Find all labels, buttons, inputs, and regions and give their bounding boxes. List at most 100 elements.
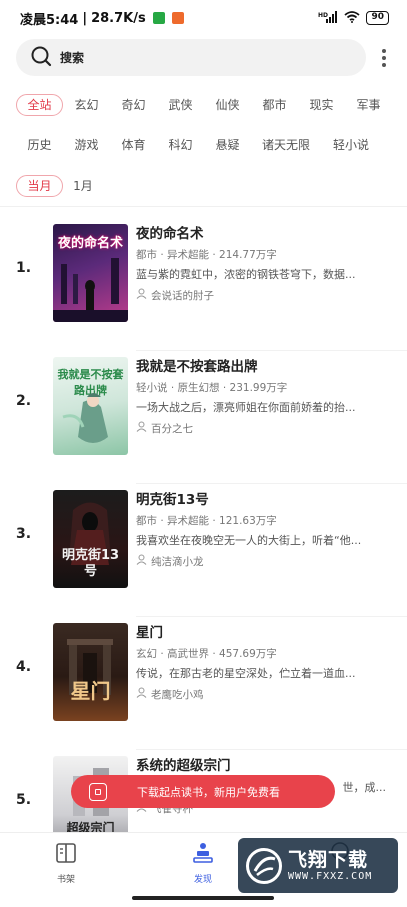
book-title: 系统的超级宗门	[136, 758, 231, 774]
download-banner[interactable]: 下载起点读书，新用户免费看	[71, 775, 335, 808]
category-kehuan[interactable]: 科幻	[157, 134, 204, 156]
book-author: 会说话的肘子	[136, 288, 392, 304]
author-name: 百分之七	[151, 423, 193, 435]
book-author: 百分之七	[136, 421, 392, 437]
book-cover: 明克街13号	[53, 490, 128, 588]
category-xianxia[interactable]: 仙侠	[204, 94, 251, 116]
discover-icon	[191, 843, 215, 868]
search-placeholder: 搜索	[60, 51, 85, 65]
author-icon	[136, 288, 147, 304]
book-cover: 星门	[53, 623, 128, 721]
rank-number: 3.	[16, 526, 32, 542]
tab-bookshelf-label: 书架	[56, 875, 75, 885]
row-divider	[136, 350, 407, 351]
svg-text:HD: HD	[318, 12, 328, 19]
list-item[interactable]: 4. 星门 星门 玄幻 · 高武世界 · 457.69万字 传说，在那古老的星空…	[0, 621, 407, 754]
search-bar[interactable]: 搜索	[16, 39, 366, 76]
rank-number: 5.	[16, 792, 32, 808]
book-info: 我就是不按套路出牌 轻小说 · 原生幻想 · 231.99万字 一场大战之后，漂…	[136, 357, 392, 437]
search-row: 搜索	[16, 39, 391, 76]
category-xianshi[interactable]: 现实	[298, 94, 345, 116]
category-tiyu[interactable]: 体育	[110, 134, 157, 156]
row-divider	[136, 749, 407, 750]
book-cover: 我就是不按套路出牌	[53, 357, 128, 455]
banner-text: 下载起点读书，新用户免费看	[137, 785, 280, 799]
book-meta: 都市 · 异术超能 · 121.63万字	[136, 515, 277, 527]
category-dushi[interactable]: 都市	[251, 94, 298, 116]
category-zhutian[interactable]: 诸天无限	[251, 134, 321, 156]
rank-number: 4.	[16, 659, 32, 675]
bookshelf-icon	[54, 843, 78, 868]
category-row-1: 全站 玄幻 奇幻 武侠 仙侠 都市 现实 军事	[16, 94, 396, 116]
battery-indicator: 90	[366, 11, 389, 25]
signal-hd-icon: HD	[318, 10, 338, 26]
category-all[interactable]: 全站	[16, 94, 63, 116]
author-icon	[136, 687, 147, 703]
book-info: 星门 玄幻 · 高武世界 · 457.69万字 传说，在那古老的星空深处，伫立着…	[136, 623, 392, 703]
tab-discover[interactable]: 发现	[173, 841, 233, 885]
category-wuxia[interactable]: 武侠	[157, 94, 204, 116]
book-author: 纯洁滴小龙	[136, 554, 392, 570]
author-name: 老鹰吃小鸡	[151, 689, 204, 701]
book-title: 明克街13号	[136, 492, 209, 508]
cover-title: 星门	[70, 679, 111, 703]
tab-bookshelf[interactable]: 书架	[36, 841, 96, 885]
watermark-url: WWW.FXXZ.COM	[288, 870, 373, 882]
notification-green-icon	[152, 12, 165, 24]
book-description: 我喜欢坐在夜晚空无一人的大街上，听着“他...	[136, 534, 362, 547]
category-lishi[interactable]: 历史	[16, 134, 63, 156]
category-qingxiaoshuo[interactable]: 轻小说	[321, 134, 381, 156]
book-description: 一场大战之后，漂亮师姐在你面前娇羞的抬...	[136, 401, 356, 414]
time-filter-january[interactable]: 1月	[63, 175, 103, 197]
home-indicator	[132, 896, 274, 900]
search-icon	[30, 45, 52, 71]
list-item[interactable]: 2. 我就是不按套路出牌 我就是不按套路出牌 轻小说 · 原生幻想 · 231.…	[0, 355, 407, 488]
category-junshi[interactable]: 军事	[345, 94, 392, 116]
rank-number: 2.	[16, 393, 32, 409]
row-divider	[136, 483, 407, 484]
book-author: 老鹰吃小鸡	[136, 687, 392, 703]
watermark-title: 飞翔下载	[288, 848, 369, 871]
more-options-icon[interactable]	[377, 47, 391, 69]
book-meta: 都市 · 异术超能 · 214.77万字	[136, 249, 277, 261]
status-right: HD 90	[318, 10, 389, 26]
app-logo-icon	[89, 782, 107, 801]
network-speed: 28.7K/s	[91, 10, 146, 26]
list-item[interactable]: 3. 明克街13号 明克街13号 都市 · 异术超能 · 121.63万字 我喜…	[0, 488, 407, 621]
category-qihuan[interactable]: 奇幻	[110, 94, 157, 116]
book-title: 星门	[136, 625, 163, 641]
book-description: 传说，在那古老的星空深处，伫立着一道血...	[136, 667, 356, 680]
book-title: 夜的命名术	[136, 226, 204, 242]
site-watermark: 飞翔下载 WWW.FXXZ.COM	[238, 838, 398, 893]
category-xuanhuan[interactable]: 玄幻	[63, 94, 110, 116]
book-meta: 轻小说 · 原生幻想 · 231.99万字	[136, 382, 288, 394]
time-filter-month[interactable]: 当月	[16, 175, 63, 197]
time-filter-row: 当月 1月	[16, 175, 396, 197]
notification-orange-icon	[171, 12, 184, 24]
book-meta: 玄幻 · 高武世界 · 457.69万字	[136, 648, 277, 660]
wifi-icon	[344, 10, 361, 26]
status-separator: |	[82, 10, 88, 26]
watermark-text-group: 飞翔下载 WWW.FXXZ.COM	[288, 849, 372, 883]
book-title: 我就是不按套路出牌	[136, 359, 258, 375]
author-icon	[136, 421, 147, 437]
author-name: 纯洁滴小龙	[151, 556, 204, 568]
author-name: 会说话的肘子	[151, 290, 214, 302]
book-description: 蓝与紫的霓虹中，浓密的钢铁苍穹下，数据...	[136, 268, 356, 281]
status-time: 凌晨5:44	[20, 12, 79, 28]
book-info: 明克街13号 都市 · 异术超能 · 121.63万字 我喜欢坐在夜晚空无一人的…	[136, 490, 392, 570]
category-row-2: 历史 游戏 体育 科幻 悬疑 诸天无限 轻小说	[16, 134, 396, 156]
rank-number: 1.	[16, 260, 32, 276]
author-icon	[136, 554, 147, 570]
list-item[interactable]: 1. 夜的命名术 夜的命名术 都市 · 异术超能 · 214.77万字 蓝与紫的…	[0, 222, 407, 355]
category-xuanyi[interactable]: 悬疑	[204, 134, 251, 156]
book-info: 夜的命名术 都市 · 异术超能 · 214.77万字 蓝与紫的霓虹中，浓密的钢铁…	[136, 224, 392, 304]
status-bar: 凌晨5:44 | 28.7K/s HD 90	[0, 0, 407, 36]
tab-discover-label: 发现	[193, 875, 212, 885]
status-left: 凌晨5:44 | 28.7K/s	[20, 9, 184, 28]
row-divider	[136, 616, 407, 617]
watermark-logo-icon	[246, 847, 282, 884]
category-youxi[interactable]: 游戏	[63, 134, 110, 156]
cover-title: 明克街13号	[61, 548, 120, 579]
section-divider	[0, 206, 407, 207]
